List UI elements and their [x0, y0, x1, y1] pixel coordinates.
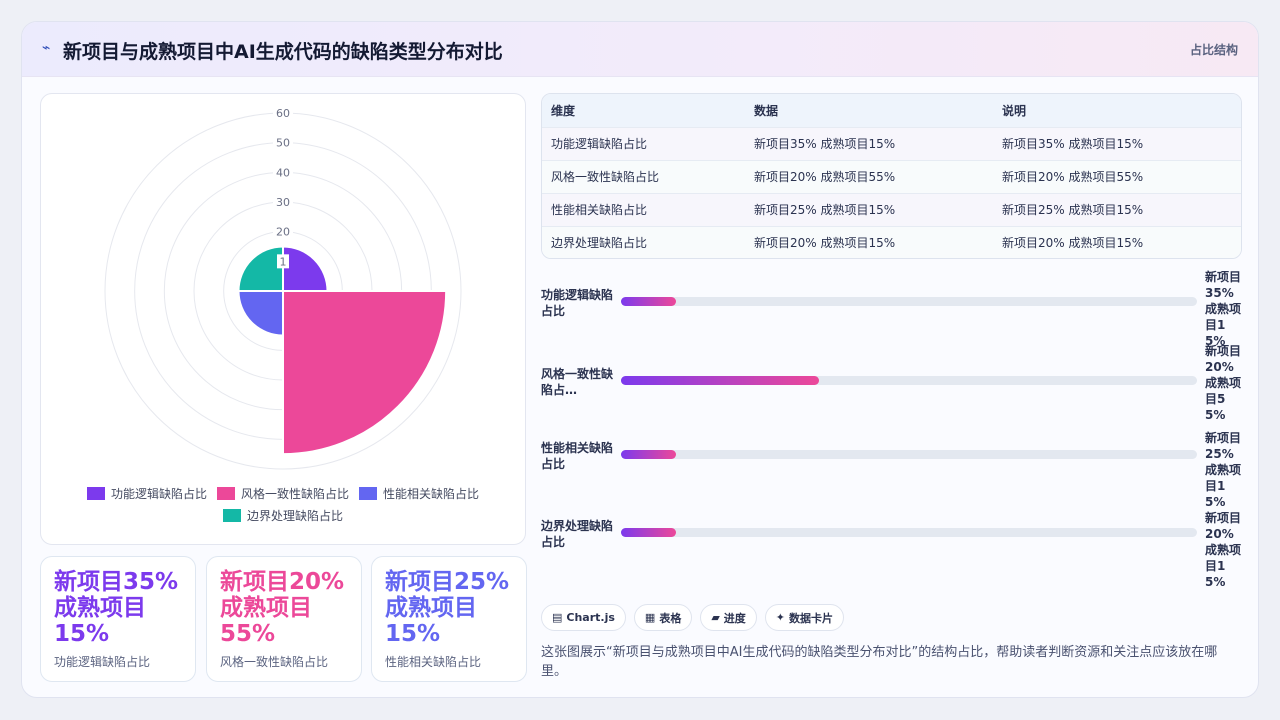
- table-cell: 边界处理缺陷占比: [542, 225, 745, 258]
- progress-track: [621, 450, 1197, 459]
- table-header-row: 维度 数据 说明: [542, 94, 1241, 127]
- table-cell: 新项目25% 成熟项目15%: [993, 192, 1241, 226]
- stat-value: 新项目35% 成熟项目15%: [54, 569, 179, 647]
- description-text: 这张图展示“新项目与成熟项目中AI生成代码的缺陷类型分布对比”的结构占比，帮助读…: [541, 645, 1218, 679]
- tick-label: 60: [276, 107, 290, 120]
- table-cell: 风格一致性缺陷占比: [542, 159, 745, 193]
- header: ⌁ 新项目与成熟项目中AI生成代码的缺陷类型分布对比 占比结构: [22, 22, 1258, 77]
- chip-progress[interactable]: ▰ 进度: [700, 604, 757, 631]
- polar-segment-2[interactable]: [282, 290, 448, 456]
- chart-icon: ▤: [552, 611, 563, 624]
- main-card: ⌁ 新项目与成熟项目中AI生成代码的缺陷类型分布对比 占比结构 1 20 30 40 5…: [21, 21, 1259, 698]
- table-cell: 新项目20% 成熟项目55%: [993, 159, 1241, 193]
- progress-value: 新项目35% 成熟项目15%: [1205, 270, 1242, 348]
- table-cell: 新项目35% 成熟项目15%: [745, 126, 993, 160]
- stat-label: 功能逻辑缺陷占比: [54, 655, 151, 669]
- table-cell: 新项目20% 成熟项目55%: [745, 159, 993, 193]
- progress-value: 新项目20% 成熟项目55%: [1205, 344, 1242, 422]
- stat-label: 性能相关缺陷占比: [385, 655, 482, 669]
- spark-icon: ⌁: [42, 40, 51, 56]
- header-tag: 占比结构: [1189, 43, 1238, 57]
- tick-label: 20: [276, 226, 290, 239]
- progress-fill: [621, 376, 819, 385]
- table-row: 风格一致性缺陷占比 新项目20% 成熟项目55% 新项目20% 成熟项目55%: [542, 159, 1241, 193]
- table-cell: 新项目25% 成熟项目15%: [745, 192, 993, 226]
- data-table: 维度 数据 说明 功能逻辑缺陷占比 新项目35% 成熟项目15% 新项目35% …: [541, 93, 1242, 259]
- legend-label: 性能相关缺陷占比: [383, 486, 480, 501]
- polar-area-chart: 1 20 30 40 50 60: [104, 106, 462, 470]
- table-row: 功能逻辑缺陷占比 新项目35% 成熟项目15% 新项目35% 成熟项目15%: [542, 126, 1241, 160]
- legend-swatch: [86, 486, 105, 500]
- chip-label: 数据卡片: [789, 611, 834, 625]
- stat-label: 风格一致性缺陷占比: [220, 655, 329, 669]
- chart-legend: 功能逻辑缺陷占比 风格一致性缺陷占比 性能相关缺陷占比边界处理缺陷占比: [41, 484, 525, 524]
- page-title: 新项目与成熟项目中AI生成代码的缺陷类型分布对比: [63, 41, 503, 63]
- progress-value: 新项目25% 成熟项目15%: [1205, 431, 1242, 509]
- legend-swatch: [216, 486, 235, 500]
- table-cell: 新项目35% 成熟项目15%: [993, 126, 1241, 160]
- table-icon: ▦: [644, 611, 656, 624]
- legend-label: 风格一致性缺陷占比: [240, 486, 349, 501]
- legend-label: 功能逻辑缺陷占比: [110, 486, 207, 501]
- tick-label: 30: [276, 196, 290, 209]
- chip-label: 进度: [723, 611, 746, 625]
- column-header: 数据: [745, 94, 993, 127]
- table-row: 性能相关缺陷占比 新项目25% 成熟项目15% 新项目25% 成熟项目15%: [542, 192, 1241, 226]
- polar-segment-4[interactable]: [237, 245, 284, 292]
- legend-swatch: [359, 486, 377, 500]
- tech-chips: ▤ Chart.js ▦ 表格 ▰ 进度 ✦ 数据卡片: [541, 604, 845, 631]
- legend-swatch: [222, 508, 241, 522]
- stat-value: 新项目25% 成熟项目15%: [385, 569, 510, 647]
- progress-track: [621, 528, 1197, 537]
- legend-item[interactable]: 性能相关缺陷占比: [359, 484, 479, 502]
- progress-label: 性能相关缺陷占比: [541, 441, 614, 471]
- chip-chartjs[interactable]: ▤ Chart.js: [541, 604, 626, 631]
- progress-fill: [621, 528, 676, 537]
- legend-item[interactable]: 边界处理缺陷占比: [222, 506, 343, 524]
- progress-label: 功能逻辑缺陷占比: [541, 288, 614, 318]
- table-cell: 新项目20% 成熟项目15%: [745, 225, 993, 258]
- legend-label: 边界处理缺陷占比: [246, 508, 343, 523]
- progress-icon: ▰: [711, 611, 720, 624]
- stat-card-performance: 新项目25% 成熟项目15% 性能相关缺陷占比: [371, 556, 527, 682]
- progress-value: 新项目20% 成熟项目15%: [1205, 511, 1242, 589]
- polar-segment-3[interactable]: [237, 290, 284, 337]
- table-cell: 新项目20% 成熟项目15%: [993, 225, 1241, 258]
- stat-value: 新项目20% 成熟项目55%: [220, 569, 345, 647]
- legend-item[interactable]: 功能逻辑缺陷占比: [86, 484, 207, 502]
- chip-table[interactable]: ▦ 表格: [633, 604, 693, 631]
- tick-label: 40: [276, 166, 290, 179]
- stat-card-style: 新项目20% 成熟项目55% 风格一致性缺陷占比: [206, 556, 362, 682]
- progress-track: [621, 297, 1197, 306]
- chip-data-cards[interactable]: ✦ 数据卡片: [764, 604, 845, 631]
- chip-label: 表格: [659, 611, 682, 625]
- progress-label: 风格一致性缺陷占…: [541, 367, 614, 397]
- column-header: 说明: [993, 94, 1241, 127]
- progress-track: [621, 376, 1197, 385]
- table-cell: 功能逻辑缺陷占比: [542, 126, 745, 160]
- table-cell: 性能相关缺陷占比: [542, 192, 745, 226]
- progress-label: 边界处理缺陷占比: [541, 519, 614, 549]
- polar-chart-panel: 1 20 30 40 50 60 功能逻辑缺陷占比 风格一致性缺陷占比 性能相关缺陷占比边界处…: [40, 93, 526, 545]
- tick-label: 50: [276, 137, 290, 150]
- legend-item[interactable]: 风格一致性缺陷占比: [216, 484, 349, 502]
- progress-fill: [621, 297, 676, 306]
- table-row: 边界处理缺陷占比 新项目20% 成熟项目15% 新项目20% 成熟项目15%: [542, 225, 1241, 258]
- tick-label: 1: [280, 255, 287, 268]
- sparkle-icon: ✦: [775, 611, 786, 624]
- polar-segment-1[interactable]: [282, 245, 329, 292]
- progress-fill: [621, 450, 676, 459]
- chip-label: Chart.js: [566, 611, 615, 624]
- stat-card-functional: 新项目35% 成熟项目15% 功能逻辑缺陷占比: [40, 556, 196, 682]
- column-header: 维度: [542, 94, 745, 127]
